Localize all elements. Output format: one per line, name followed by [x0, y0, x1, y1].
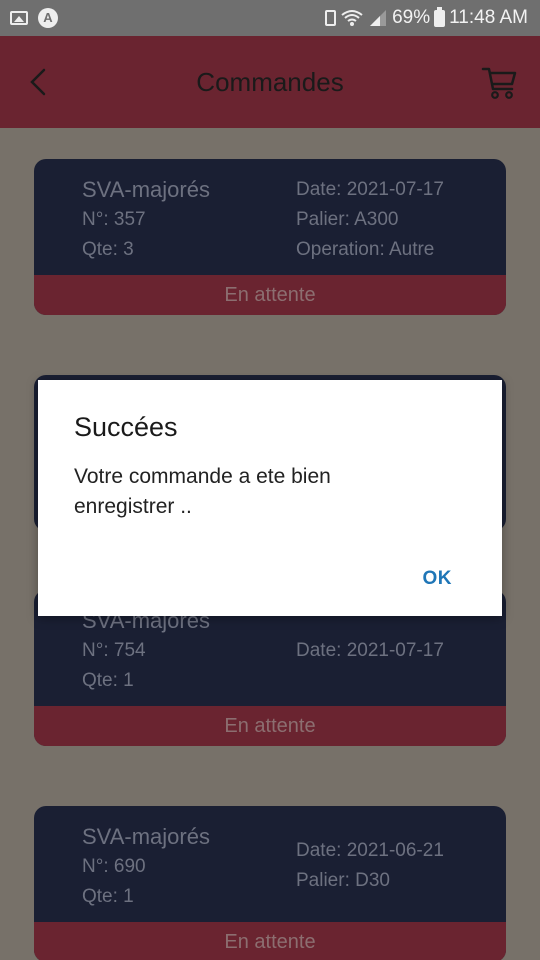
order-number: N°: 754 — [82, 640, 146, 661]
battery-saver-icon — [325, 10, 337, 26]
battery-icon — [434, 6, 446, 27]
cart-icon — [481, 67, 517, 99]
order-date: Date: 2021-07-17 — [296, 179, 444, 200]
order-card[interactable]: SVA-majorés N°: 357 Qte: 3 Date: 2021-07… — [34, 159, 506, 315]
a-icon: A — [38, 8, 58, 28]
order-status: En attente — [34, 275, 506, 315]
page-title: Commandes — [196, 67, 344, 97]
app-bar: Commandes — [0, 36, 540, 128]
screen: A 69% 11:48 AM Commandes SVA-majorés N°:… — [0, 0, 540, 960]
battery-percent: 69% — [392, 7, 431, 28]
order-qty: Qte: 1 — [82, 670, 134, 691]
clock: 11:48 AM — [449, 7, 528, 28]
cart-button[interactable] — [480, 62, 520, 102]
order-qty: Qte: 3 — [82, 239, 134, 260]
order-number: N°: 690 — [82, 856, 146, 877]
success-dialog: Succées Votre commande a ete bien enregi… — [38, 380, 502, 616]
order-status: En attente — [34, 922, 506, 960]
image-icon — [10, 11, 28, 25]
ok-button[interactable]: OK — [423, 568, 453, 590]
order-name: SVA-majorés — [82, 824, 210, 849]
status-bar: A 69% 11:48 AM — [0, 0, 540, 36]
dialog-message: Votre commande a ete bien enregistrer .. — [74, 465, 331, 518]
order-status: En attente — [34, 706, 506, 746]
order-name: SVA-majorés — [82, 177, 210, 202]
order-palier: Palier: D30 — [296, 870, 390, 891]
order-card[interactable]: SVA-majorés N°: 690 Qte: 1 Date: 2021-06… — [34, 806, 506, 960]
order-palier: Palier: A300 — [296, 209, 399, 230]
dialog-title: Succées — [74, 412, 178, 442]
order-date: Date: 2021-07-17 — [296, 640, 444, 661]
wifi-icon — [341, 10, 363, 26]
order-date: Date: 2021-06-21 — [296, 840, 444, 861]
signal-icon — [370, 10, 387, 26]
order-qty: Qte: 1 — [82, 886, 134, 907]
order-operation: Operation: Autre — [296, 239, 435, 260]
order-number: N°: 357 — [82, 209, 146, 230]
